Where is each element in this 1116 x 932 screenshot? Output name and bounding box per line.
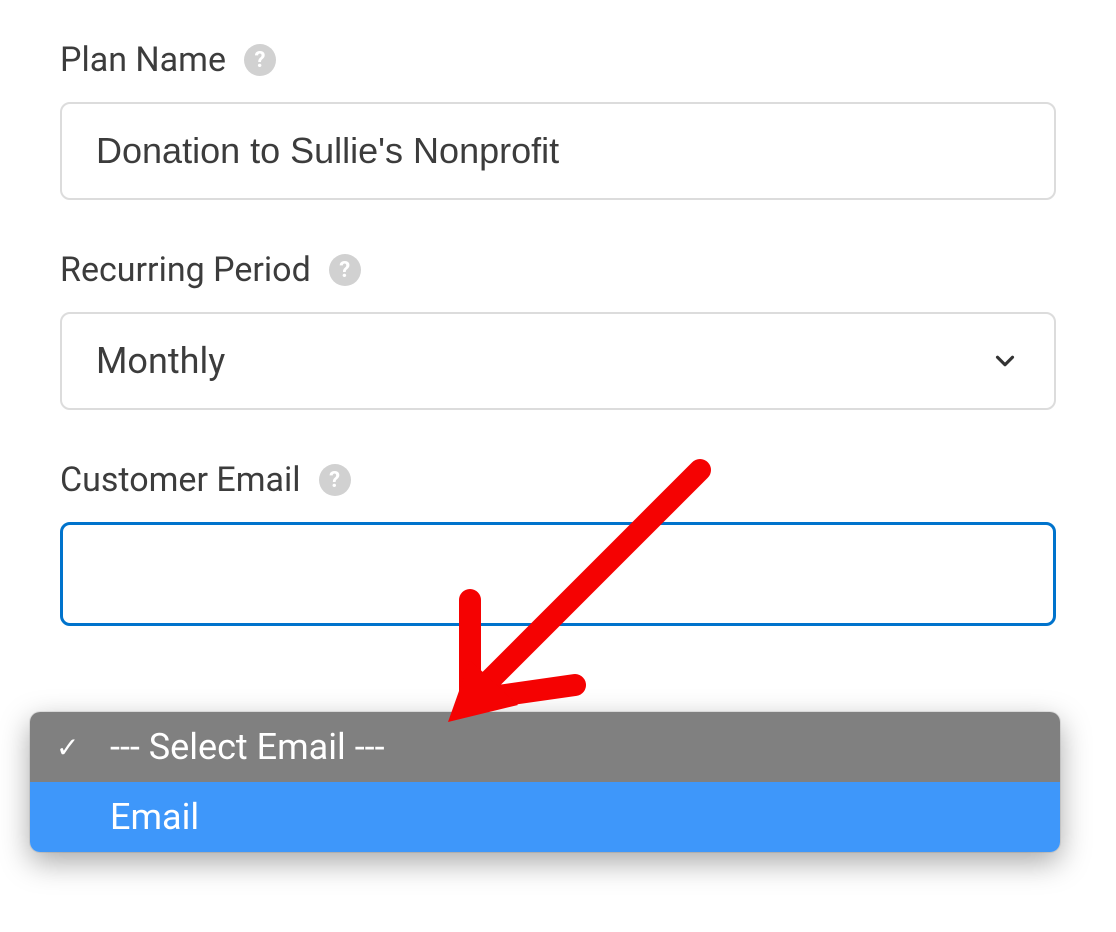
plan-name-input[interactable] — [60, 102, 1056, 200]
recurring-period-select[interactable]: Monthly — [60, 312, 1056, 410]
dropdown-option-label: Email — [110, 796, 199, 838]
help-icon[interactable]: ? — [329, 254, 361, 286]
recurring-period-value: Monthly — [96, 340, 225, 382]
customer-email-dropdown: ✓ --- Select Email --- Email — [30, 712, 1060, 852]
plan-name-label-row: Plan Name ? — [60, 40, 1056, 80]
plan-name-label: Plan Name — [60, 40, 226, 80]
recurring-period-group: Recurring Period ? Monthly — [60, 250, 1056, 410]
customer-email-label: Customer Email — [60, 460, 301, 500]
help-icon[interactable]: ? — [244, 44, 276, 76]
recurring-period-label: Recurring Period — [60, 250, 311, 290]
customer-email-label-row: Customer Email ? — [60, 460, 1056, 500]
customer-email-select[interactable] — [60, 522, 1056, 626]
check-icon: ✓ — [56, 731, 79, 764]
help-icon[interactable]: ? — [319, 464, 351, 496]
dropdown-option-email[interactable]: Email — [30, 782, 1060, 852]
recurring-period-label-row: Recurring Period ? — [60, 250, 1056, 290]
plan-name-group: Plan Name ? — [60, 40, 1056, 200]
chevron-down-icon — [990, 346, 1020, 376]
dropdown-option-select-email[interactable]: ✓ --- Select Email --- — [30, 712, 1060, 782]
dropdown-option-label: --- Select Email --- — [110, 726, 385, 768]
customer-email-group: Customer Email ? — [60, 460, 1056, 626]
